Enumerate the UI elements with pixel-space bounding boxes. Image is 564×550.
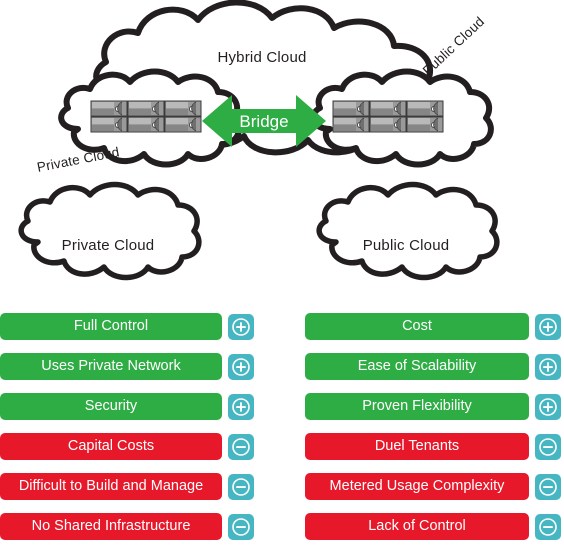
standalone-public-cloud-label: Public Cloud — [363, 237, 450, 254]
standalone-public-cloud-shape — [316, 181, 500, 281]
plus-icon[interactable] — [228, 393, 254, 420]
attribute-row: Uses Private Network — [0, 353, 260, 380]
disadvantage-bar[interactable]: Capital Costs — [0, 433, 222, 460]
attribute-row: Ease of Scalability — [305, 353, 564, 380]
advantage-bar[interactable]: Proven Flexibility — [305, 393, 529, 420]
advantage-bar[interactable]: Full Control — [0, 313, 222, 340]
attribute-row: Metered Usage Complexity — [305, 473, 564, 500]
plus-icon[interactable] — [228, 353, 254, 380]
attribute-row: No Shared Infrastructure — [0, 513, 260, 540]
disadvantage-bar[interactable]: Metered Usage Complexity — [305, 473, 529, 500]
disadvantage-bar[interactable]: No Shared Infrastructure — [0, 513, 222, 540]
hybrid-cloud-label: Hybrid Cloud — [217, 49, 306, 66]
hybrid-cloud-infographic: Hybrid Cloud Bridge Private Cloud Public… — [0, 0, 564, 550]
standalone-private-cloud-label: Private Cloud — [62, 237, 155, 254]
private-cloud-attribute-list: Full Control Uses Private Network Security… — [0, 313, 260, 540]
minus-icon[interactable] — [535, 473, 561, 500]
inner-private-cloud-label: Private Cloud — [36, 144, 121, 175]
plus-icon[interactable] — [228, 313, 254, 340]
bridge-label: Bridge — [239, 112, 288, 131]
advantage-bar[interactable]: Ease of Scalability — [305, 353, 529, 380]
disadvantage-bar[interactable]: Duel Tenants — [305, 433, 529, 460]
cloud-diagram: Hybrid Cloud Bridge Private Cloud Public… — [0, 0, 564, 300]
attribute-row: Security — [0, 393, 260, 420]
attribute-row: Full Control — [0, 313, 260, 340]
attribute-row: Lack of Control — [305, 513, 564, 540]
attribute-row: Difficult to Build and Manage — [0, 473, 260, 500]
plus-icon[interactable] — [535, 353, 561, 380]
server-rack-icon — [333, 101, 443, 132]
minus-icon[interactable] — [535, 433, 561, 460]
server-rack-icon — [91, 101, 201, 132]
attribute-row: Proven Flexibility — [305, 393, 564, 420]
inner-public-cloud-label: Public Cloud — [420, 14, 487, 78]
minus-icon[interactable] — [228, 433, 254, 460]
advantage-bar[interactable]: Security — [0, 393, 222, 420]
plus-icon[interactable] — [535, 313, 561, 340]
public-cloud-attribute-list: Cost Ease of Scalability Proven Flexibilit… — [305, 313, 564, 540]
minus-icon[interactable] — [228, 473, 254, 500]
disadvantage-bar[interactable]: Difficult to Build and Manage — [0, 473, 222, 500]
standalone-private-cloud-shape — [18, 181, 202, 281]
advantage-bar[interactable]: Cost — [305, 313, 529, 340]
advantage-bar[interactable]: Uses Private Network — [0, 353, 222, 380]
pros-cons-lists: Full Control Uses Private Network Security… — [0, 313, 564, 550]
attribute-row: Cost — [305, 313, 564, 340]
plus-icon[interactable] — [535, 393, 561, 420]
disadvantage-bar[interactable]: Lack of Control — [305, 513, 529, 540]
minus-icon[interactable] — [535, 513, 561, 540]
attribute-row: Duel Tenants — [305, 433, 564, 460]
attribute-row: Capital Costs — [0, 433, 260, 460]
minus-icon[interactable] — [228, 513, 254, 540]
